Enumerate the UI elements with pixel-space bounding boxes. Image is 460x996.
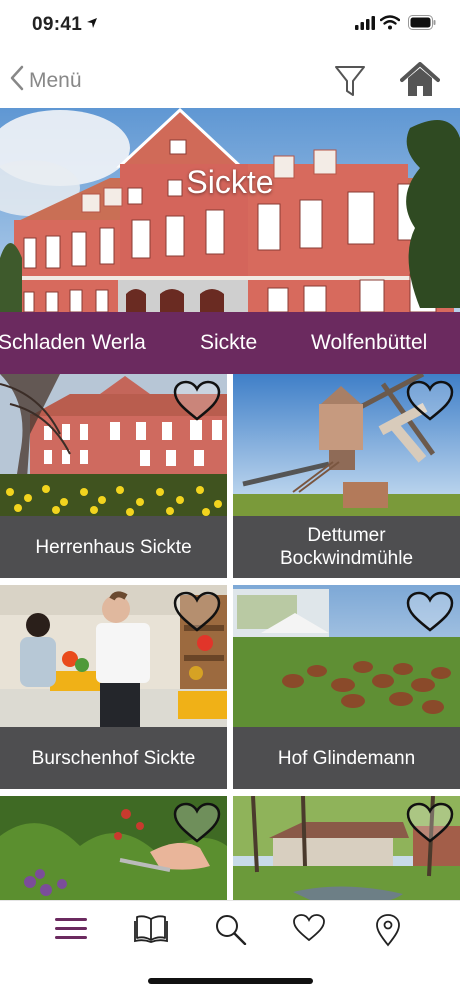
favorite-heart-icon[interactable] — [406, 380, 454, 427]
map-pin-icon[interactable] — [374, 913, 402, 952]
home-icon[interactable] — [400, 62, 440, 103]
heart-icon[interactable] — [292, 913, 326, 948]
favorite-heart-icon[interactable] — [173, 591, 221, 638]
place-item[interactable]: Wolfenbüttel — [311, 331, 427, 355]
poi-card[interactable]: Dettumer Bockwindmühle — [233, 374, 460, 578]
wifi-icon — [379, 15, 401, 35]
home-indicator — [148, 978, 313, 984]
poi-title: Dettumer Bockwindmühle — [279, 525, 414, 569]
favorite-heart-icon[interactable] — [173, 380, 221, 427]
place-item[interactable]: Schladen Werla — [0, 331, 146, 355]
hero-title: Sickte — [186, 164, 274, 200]
book-icon[interactable] — [134, 913, 168, 948]
favorite-heart-icon[interactable] — [406, 591, 454, 638]
poi-card[interactable]: Hof Glindemann — [233, 585, 460, 789]
poi-title: Herrenhaus Sickte — [35, 536, 192, 558]
hero-banner: Sickte — [0, 108, 460, 312]
location-arrow-icon — [86, 16, 98, 34]
places-scroller[interactable]: Schladen Werla Sickte Wolfenbüttel — [0, 312, 460, 374]
search-icon[interactable] — [214, 913, 248, 950]
navigation-bar: Menü — [0, 50, 460, 108]
poi-card[interactable] — [0, 796, 227, 900]
favorite-heart-icon[interactable] — [173, 802, 221, 849]
battery-icon — [408, 15, 436, 35]
manor-house-photo — [0, 108, 460, 312]
status-time: 09:41 — [32, 14, 83, 35]
status-bar: 09:41 — [0, 0, 460, 50]
back-button-label: Menü — [29, 69, 82, 92]
poi-title: Burschenhof Sickte — [31, 747, 196, 769]
favorite-heart-icon[interactable] — [406, 802, 454, 849]
poi-card[interactable]: Herrenhaus Sickte — [0, 374, 227, 578]
place-item[interactable]: Sickte — [200, 331, 257, 355]
cellular-signal-icon — [355, 16, 375, 35]
poi-card[interactable]: Burschenhof Sickte — [0, 585, 227, 789]
back-button[interactable]: Menü — [10, 65, 82, 97]
poi-card[interactable] — [233, 796, 460, 900]
poi-title: Hof Glindemann — [277, 747, 416, 769]
menu-icon[interactable] — [54, 913, 88, 948]
chevron-left-icon — [10, 65, 29, 97]
filter-icon[interactable] — [334, 64, 366, 103]
